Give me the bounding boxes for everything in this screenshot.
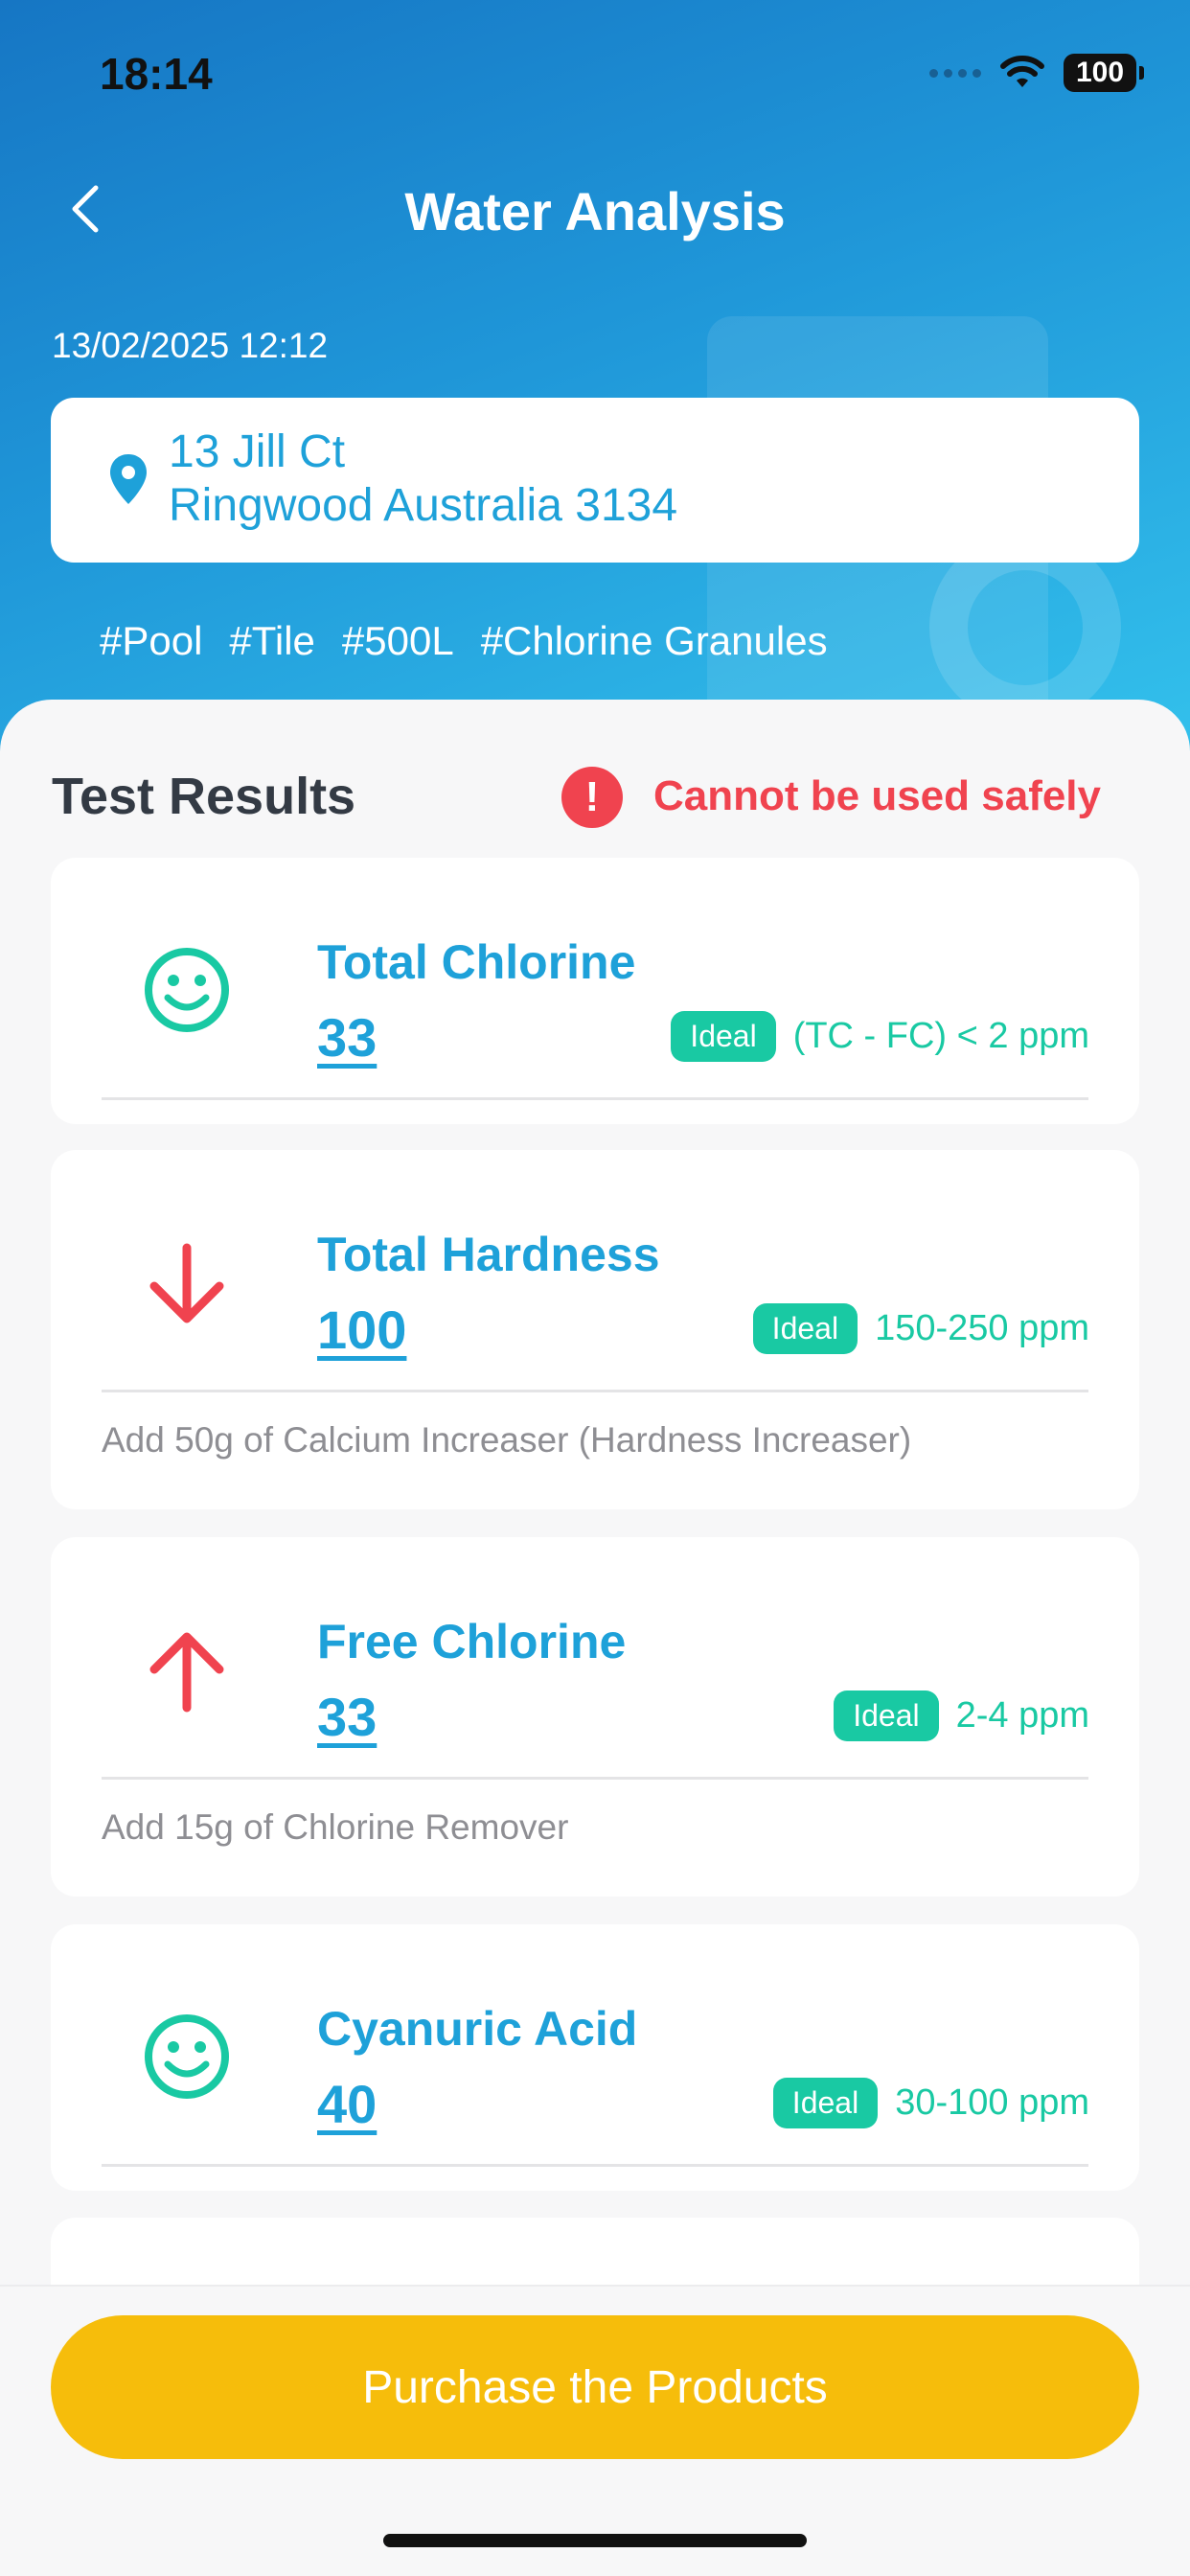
status-time: 18:14	[100, 49, 213, 99]
safety-status: Cannot be used safely	[653, 772, 1102, 819]
address-line-1: 13 Jill Ct	[169, 426, 346, 477]
divider	[102, 1097, 1088, 1100]
address-line-2: Ringwood Australia 3134	[169, 480, 678, 531]
result-value[interactable]: 33	[317, 1686, 377, 1748]
ideal-range-row: Ideal 2-4 ppm	[834, 1690, 1089, 1741]
result-card-total-hardness[interactable]: Total Hardness 100 Ideal 150-250 ppm Add…	[51, 1150, 1139, 1509]
test-datetime: 13/02/2025 12:12	[52, 326, 329, 365]
section-title: Test Results	[52, 768, 356, 825]
result-value[interactable]: 40	[317, 2073, 377, 2135]
smiley-icon	[145, 2014, 229, 2099]
result-name: Total Hardness	[317, 1228, 660, 1281]
tag-item: #Chlorine Granules	[480, 618, 828, 663]
result-name: Free Chlorine	[317, 1615, 627, 1668]
smiley-icon	[145, 948, 229, 1032]
ideal-badge: Ideal	[772, 2078, 879, 2128]
divider	[102, 2164, 1088, 2167]
ideal-badge: Ideal	[671, 1011, 776, 1062]
ideal-range: (TC - FC) < 2 ppm	[792, 1016, 1089, 1056]
ideal-range: 2-4 ppm	[955, 1695, 1089, 1736]
tag-item: #Tile	[229, 618, 315, 663]
signal-icon	[929, 68, 981, 78]
arrow-down-icon	[149, 1243, 224, 1323]
ideal-range: 30-100 ppm	[895, 2082, 1089, 2123]
ideal-range-row: Ideal (TC - FC) < 2 ppm	[671, 1011, 1089, 1062]
result-value[interactable]: 100	[317, 1299, 406, 1361]
result-card-total-chlorine[interactable]: Total Chlorine 33 Ideal (TC - FC) < 2 pp…	[51, 858, 1139, 1124]
ideal-badge: Ideal	[834, 1690, 939, 1741]
ideal-range-row: Ideal 150-250 ppm	[752, 1303, 1089, 1354]
ideal-badge: Ideal	[752, 1303, 858, 1354]
tag-item: #Pool	[100, 618, 203, 663]
page-title: Water Analysis	[404, 181, 786, 242]
divider	[102, 1777, 1088, 1780]
divider	[102, 1390, 1088, 1392]
battery-icon: 100	[1064, 54, 1144, 92]
treatment-advice: Add 15g of Chlorine Remover	[102, 1807, 569, 1847]
result-card-free-chlorine[interactable]: Free Chlorine 33 Ideal 2-4 ppm Add 15g o…	[51, 1537, 1139, 1897]
ideal-range: 150-250 ppm	[875, 1308, 1089, 1348]
arrow-up-icon	[149, 1632, 224, 1713]
result-name: Total Chlorine	[317, 935, 636, 989]
result-card-cyanuric-acid[interactable]: Cyanuric Acid 40 Ideal 30-100 ppm	[51, 1924, 1139, 2191]
home-indicator	[383, 2534, 807, 2547]
ideal-range-row: Ideal 30-100 ppm	[772, 2078, 1089, 2128]
result-value[interactable]: 33	[317, 1006, 377, 1069]
tag-list: #Pool #Tile #500L #Chlorine Granules	[100, 618, 828, 664]
wifi-icon	[1000, 56, 1044, 87]
warning-icon: !	[561, 767, 623, 828]
purchase-products-button[interactable]: Purchase the Products	[51, 2315, 1139, 2459]
location-pin-icon	[110, 454, 147, 504]
result-name: Cyanuric Acid	[317, 2002, 638, 2056]
tag-item: #500L	[341, 618, 454, 663]
status-icons: 100	[929, 54, 1144, 92]
treatment-advice: Add 50g of Calcium Increaser (Hardness I…	[102, 1420, 912, 1460]
